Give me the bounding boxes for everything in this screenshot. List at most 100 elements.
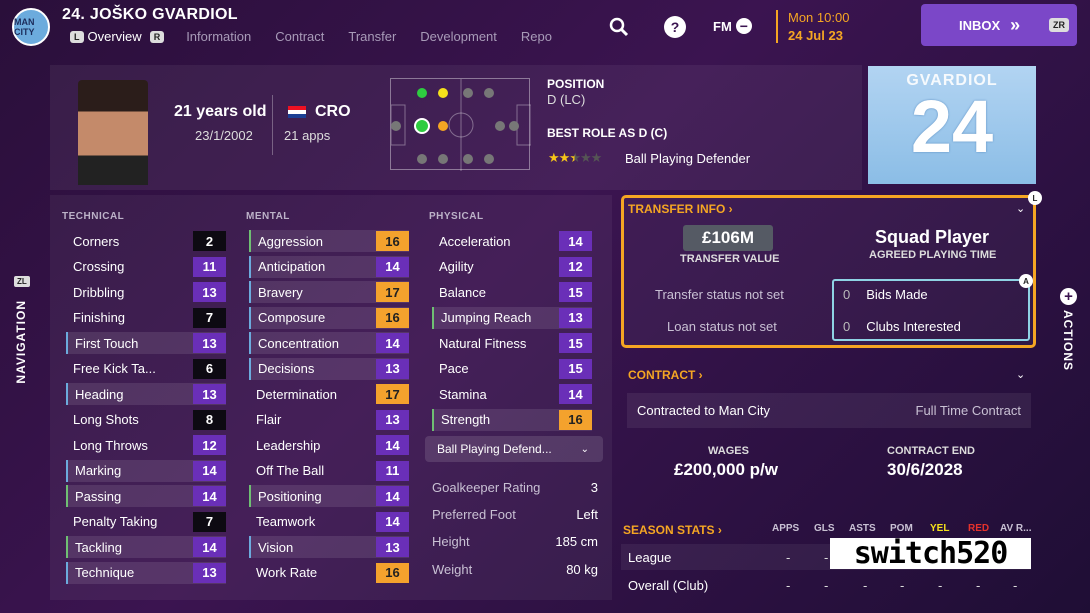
attribute-name: Penalty Taking: [73, 514, 158, 529]
navigation-toggle[interactable]: NAVIGATION: [14, 300, 28, 384]
attribute-row[interactable]: Teamwork 14: [249, 511, 409, 533]
contract-title[interactable]: CONTRACT ›: [628, 368, 703, 382]
attribute-value: 16: [376, 562, 409, 583]
attribute-row[interactable]: Natural Fitness 15: [432, 332, 592, 354]
contract-end-value: 30/6/2028: [887, 460, 963, 479]
attribute-row[interactable]: Vision 13: [249, 536, 409, 558]
attribute-row[interactable]: Technique 13: [66, 561, 226, 584]
attribute-row[interactable]: Long Throws 12: [66, 434, 226, 456]
attribute-row[interactable]: Free Kick Ta... 6: [66, 358, 226, 380]
role-dropdown[interactable]: Ball Playing Defend... ⌄: [425, 436, 603, 462]
attribute-row[interactable]: Balance 15: [432, 281, 592, 303]
attribute-row[interactable]: Leadership 14: [249, 434, 409, 456]
attribute-name: Off The Ball: [256, 463, 325, 478]
attribute-row[interactable]: Pace 15: [432, 358, 592, 380]
attribute-row[interactable]: Positioning 14: [249, 485, 409, 507]
attribute-name: Dribbling: [73, 284, 125, 300]
attribute-value: 15: [559, 358, 592, 379]
inbox-button[interactable]: INBOX » ZR: [921, 4, 1077, 46]
pitch-dot: [391, 121, 401, 131]
attribute-row[interactable]: First Touch 13: [66, 332, 226, 354]
tab-contract[interactable]: Contract: [275, 29, 324, 44]
pitch-dot-main: [414, 118, 430, 134]
clubs-count: 0: [843, 319, 851, 334]
attribute-row[interactable]: Crossing 11: [66, 256, 226, 278]
loan-status[interactable]: Loan status not set: [667, 319, 777, 334]
attribute-name: Finishing: [73, 310, 126, 325]
attribute-row[interactable]: Stamina 14: [432, 383, 592, 405]
actions-toggle[interactable]: ACTIONS: [1061, 310, 1075, 371]
attribute-row[interactable]: Long Shots 8: [66, 409, 226, 431]
attribute-row[interactable]: Passing 14: [66, 485, 226, 507]
stat-cell: -: [900, 577, 905, 593]
chevron-down-icon[interactable]: ⌄: [1016, 202, 1025, 215]
tab-reports[interactable]: Repo: [521, 29, 552, 44]
interest-box[interactable]: 0 Bids Made 0 Clubs Interested: [832, 279, 1030, 341]
tab-development[interactable]: Development: [420, 29, 497, 44]
attribute-row[interactable]: Determination 17: [249, 383, 409, 405]
shirt-number: 24: [910, 85, 994, 168]
attribute-row[interactable]: Dribbling 13: [66, 281, 226, 303]
stat-header-yel: YEL: [930, 523, 950, 534]
attribute-row[interactable]: Acceleration 14: [432, 230, 592, 252]
attribute-row[interactable]: Work Rate 16: [249, 562, 409, 584]
attribute-value: 14: [376, 511, 409, 532]
plus-icon[interactable]: +: [1060, 288, 1077, 305]
attribute-name: Free Kick Ta...: [73, 361, 156, 376]
game-date[interactable]: Mon 10:00 24 Jul 23: [776, 10, 849, 43]
attribute-row[interactable]: Bravery 17: [249, 281, 409, 303]
key-hint-zr: ZR: [1049, 18, 1069, 32]
help-icon[interactable]: ?: [664, 16, 686, 38]
transfer-info-title[interactable]: TRANSFER INFO ›: [628, 202, 733, 216]
attribute-value: 17: [376, 282, 409, 302]
attribute-value: 2: [193, 231, 226, 251]
attribute-value: 14: [559, 384, 592, 404]
attribute-name: Bravery: [258, 284, 303, 300]
attribute-row[interactable]: Strength 16: [432, 408, 592, 431]
fm-menu-button[interactable]: FM −: [713, 18, 752, 34]
transfer-status[interactable]: Transfer status not set: [655, 287, 784, 302]
pitch-dot-green: [417, 88, 427, 98]
attribute-row[interactable]: Composure 16: [249, 306, 409, 329]
tab-information[interactable]: Information: [186, 29, 251, 44]
stat-cell: -: [976, 577, 981, 593]
role-dropdown-value: Ball Playing Defend...: [437, 442, 552, 456]
star-empty-icon: ★: [579, 150, 592, 165]
chevron-down-icon[interactable]: ⌄: [1016, 368, 1025, 381]
tab-overview[interactable]: Overview: [88, 29, 142, 44]
squad-status-label: AGREED PLAYING TIME: [869, 249, 997, 261]
search-icon[interactable]: [608, 16, 630, 38]
attribute-row[interactable]: Flair 13: [249, 409, 409, 431]
attribute-name: Long Throws: [73, 437, 148, 453]
attribute-row[interactable]: Concentration 14: [249, 332, 409, 354]
attribute-value: 14: [376, 256, 409, 277]
attribute-name: Corners: [73, 233, 120, 249]
contracted-to: Contracted to Man City: [637, 403, 770, 418]
attribute-value: 13: [193, 384, 226, 404]
attribute-row[interactable]: Anticipation 14: [249, 255, 409, 278]
tab-transfer[interactable]: Transfer: [348, 29, 396, 44]
attribute-row[interactable]: Heading 13: [66, 383, 226, 405]
stat-cell: -: [863, 577, 868, 593]
inbox-label: INBOX: [959, 17, 1001, 33]
position-pitch-map: [390, 78, 531, 171]
attribute-row[interactable]: Penalty Taking 7: [66, 511, 226, 533]
attribute-name: Vision: [258, 539, 294, 555]
player-nation[interactable]: CRO: [315, 103, 351, 121]
info-height: Height 185 cm: [432, 534, 598, 549]
club-badge[interactable]: MAN CITY: [12, 8, 50, 46]
attribute-row[interactable]: Finishing 7: [66, 307, 226, 329]
attribute-row[interactable]: Tackling 14: [66, 536, 226, 558]
attribute-value: 6: [193, 358, 226, 379]
attribute-row[interactable]: Agility 12: [432, 256, 592, 278]
season-stats-title[interactable]: SEASON STATS ›: [623, 523, 722, 537]
attribute-row[interactable]: Off The Ball 11: [249, 460, 409, 482]
attribute-row[interactable]: Decisions 13: [249, 357, 409, 380]
attribute-value: 13: [376, 358, 409, 379]
attribute-row[interactable]: Jumping Reach 13: [432, 306, 592, 329]
attribute-row[interactable]: Aggression 16: [249, 230, 409, 252]
season-row-overall[interactable]: Overall (Club) - - - - - - -: [621, 572, 1031, 598]
attribute-row[interactable]: Corners 2: [66, 230, 226, 252]
attribute-row[interactable]: Marking 14: [66, 459, 226, 482]
stat-header-apps: APPS: [772, 523, 800, 534]
